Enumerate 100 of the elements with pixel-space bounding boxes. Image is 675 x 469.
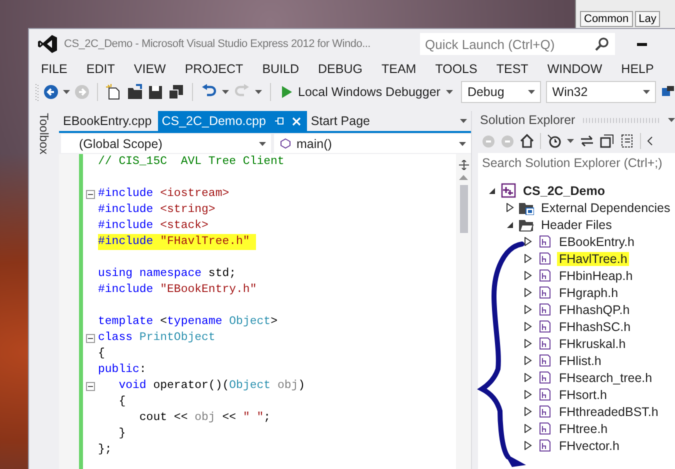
editor-tab[interactable]: EBookEntry.cpp (59, 111, 158, 131)
open-folder-icon[interactable] (127, 84, 143, 100)
collapsed-arrow-icon[interactable] (524, 288, 532, 297)
menu-item[interactable]: DEBUG (310, 62, 370, 76)
expanded-arrow-icon[interactable] (488, 186, 496, 194)
pin-icon[interactable] (274, 116, 284, 126)
expanded-arrow-icon[interactable] (506, 220, 514, 228)
editor-tab[interactable]: CS_2C_Demo.cpp (158, 111, 307, 131)
collapsed-arrow-icon[interactable] (524, 373, 532, 382)
scrollbar-thumb[interactable] (460, 185, 468, 233)
window-tab[interactable]: Common (580, 11, 633, 27)
tree-item[interactable]: EBookEntry.h (557, 234, 637, 248)
menu-item[interactable]: VIEW (126, 62, 174, 76)
collapsed-arrow-icon[interactable] (524, 390, 532, 399)
project-icon (501, 183, 516, 198)
menu-item[interactable]: FILE (33, 62, 76, 76)
header-file-icon (537, 353, 552, 368)
collapsed-arrow-icon[interactable] (524, 339, 532, 348)
menu-item[interactable]: TEAM (373, 62, 424, 76)
fold-minus-icon[interactable] (86, 382, 95, 390)
header-file-icon (537, 268, 552, 283)
caret-icon[interactable] (255, 90, 262, 94)
history-icon[interactable] (547, 134, 561, 148)
chevron-left-icon[interactable] (647, 136, 653, 146)
menu-item[interactable]: TOOLS (427, 62, 486, 76)
tree-item[interactable]: CS_2C_Demo (521, 184, 607, 198)
collapsed-arrow-icon[interactable] (524, 254, 532, 263)
properties-icon[interactable] (620, 134, 634, 148)
header-file-icon (537, 251, 552, 266)
caret-icon[interactable] (567, 139, 574, 143)
collapsed-arrow-icon[interactable] (524, 305, 532, 314)
save-icon[interactable] (148, 84, 163, 100)
tree-item[interactable]: FHtree.h (557, 422, 610, 436)
code-line: void operator()(Object obj) (118, 378, 306, 394)
scope-dropdown[interactable]: (Global Scope) (61, 134, 270, 153)
menu-item[interactable]: WINDOW (539, 62, 610, 76)
tree-item[interactable]: FHthreadedBST.h (557, 404, 660, 418)
caret-icon[interactable] (63, 90, 70, 94)
quick-launch-field[interactable]: Quick Launch (Ctrl+Q) (420, 33, 615, 55)
close-icon[interactable] (292, 116, 301, 126)
window-tab[interactable]: Lay (634, 11, 660, 27)
play-icon (282, 86, 292, 98)
collapsed-arrow-icon[interactable] (506, 203, 514, 212)
editor-tab[interactable]: Start Page (306, 111, 376, 131)
collapsed-arrow-icon[interactable] (524, 237, 532, 246)
collapsed-arrow-icon[interactable] (524, 441, 532, 450)
collapsed-arrow-icon[interactable] (524, 271, 532, 280)
menu-item[interactable]: EDIT (78, 62, 123, 76)
save-all-icon[interactable] (168, 84, 184, 100)
tree-item[interactable]: FHbinHeap.h (557, 268, 635, 282)
header-file-icon (537, 421, 552, 436)
new-project-icon[interactable] (106, 84, 122, 100)
minimize-icon[interactable] (637, 42, 647, 46)
back-arrow-icon[interactable] (44, 85, 58, 99)
attach-icon[interactable] (661, 85, 675, 99)
collapsed-arrow-icon[interactable] (524, 356, 532, 365)
code-line: #include <stack> (98, 218, 210, 234)
header-file-icon (537, 370, 552, 385)
header-file-icon (537, 285, 552, 300)
sync-arrows-icon[interactable] (580, 135, 594, 147)
tree-item[interactable]: External Dependencies (539, 200, 672, 214)
header-file-icon (537, 336, 552, 351)
start-debugger-button[interactable]: Local Windows Debugger (279, 81, 456, 103)
header-file-icon (537, 387, 552, 402)
menu-item[interactable]: BUILD (254, 62, 308, 76)
configuration-dropdown[interactable]: Debug (461, 81, 542, 103)
caret-icon (258, 142, 266, 146)
search-icon[interactable] (595, 37, 609, 51)
platform-dropdown[interactable]: Win32 (546, 81, 656, 103)
tree-item[interactable]: FHgraph.h (557, 286, 620, 300)
code-line: } (118, 426, 127, 442)
tree-item[interactable]: FHavlTree.h (557, 252, 630, 266)
tree-item[interactable]: FHkruskal.h (557, 336, 628, 350)
caret-icon[interactable] (460, 119, 467, 123)
toolbox-tab[interactable]: Toolbox (37, 113, 51, 154)
caret-icon[interactable] (222, 90, 229, 94)
collapsed-arrow-icon[interactable] (524, 407, 532, 416)
tree-item[interactable]: FHsearch_tree.h (557, 370, 654, 384)
scroll-up-icon (459, 175, 468, 180)
tree-item[interactable]: Header Files (539, 218, 614, 232)
tree-item[interactable]: FHsort.h (557, 388, 609, 402)
code-line: }; (98, 442, 113, 458)
code-line: public: (98, 362, 148, 378)
home-icon[interactable] (520, 134, 534, 148)
collapsed-arrow-icon[interactable] (524, 424, 532, 433)
tree-item[interactable]: FHhashSC.h (557, 320, 633, 334)
menu-item[interactable]: PROJECT (176, 62, 252, 76)
search-field[interactable]: Search Solution Explorer (Ctrl+;) (478, 153, 675, 173)
tree-item[interactable]: FHlist.h (557, 354, 604, 368)
vertical-scrollbar[interactable] (456, 154, 471, 469)
collapsed-arrow-icon[interactable] (524, 322, 532, 331)
caret-icon[interactable] (668, 118, 675, 122)
collapse-all-icon[interactable] (600, 134, 614, 148)
member-dropdown[interactable]: main() (274, 134, 471, 153)
tree-item[interactable]: FHvector.h (557, 438, 622, 452)
fold-minus-icon[interactable] (86, 190, 95, 198)
tree-item[interactable]: FHhashQP.h (557, 302, 632, 316)
menu-item[interactable]: TEST (488, 62, 536, 76)
fold-minus-icon[interactable] (86, 334, 95, 342)
menu-item[interactable]: HELP (613, 62, 662, 76)
